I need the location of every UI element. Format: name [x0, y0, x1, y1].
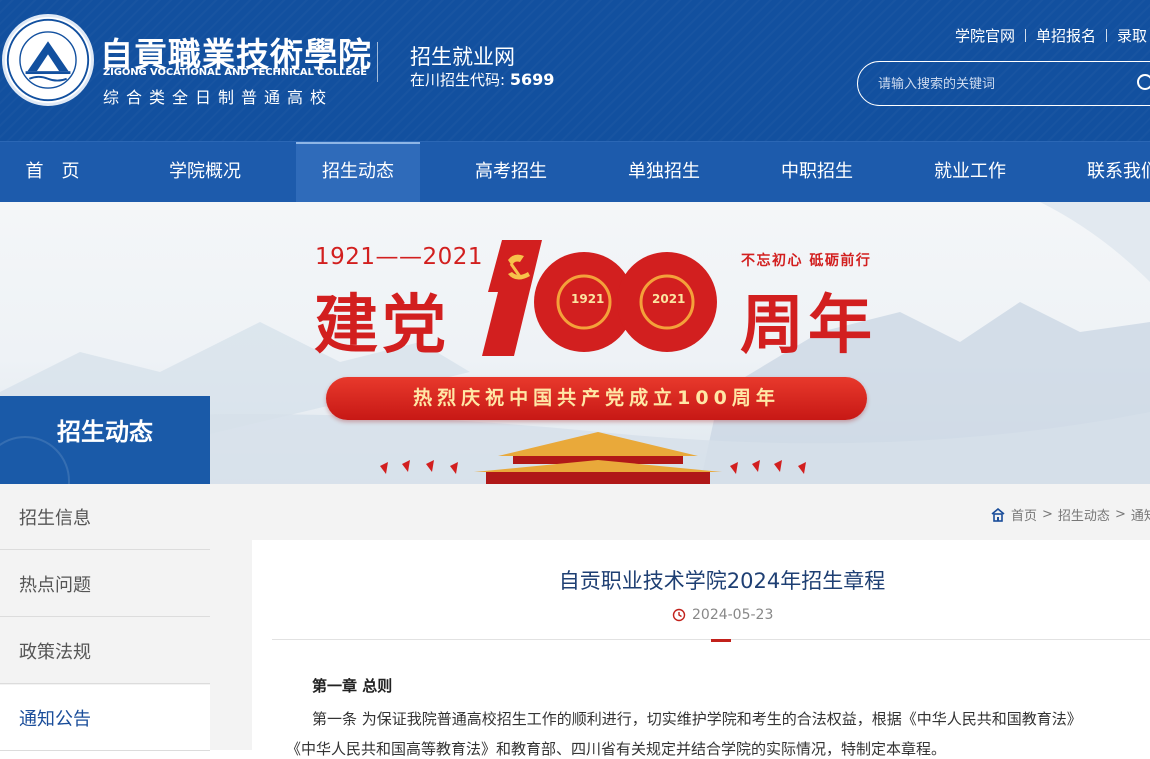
- sidebar-title-box: 招生动态: [0, 396, 210, 484]
- banner-year-b: 2021: [652, 292, 686, 306]
- nav-item-independent[interactable]: 单独招生: [602, 142, 726, 202]
- clock-icon: [672, 608, 686, 622]
- sidebar-title: 招生动态: [57, 418, 153, 446]
- article-date-value: 2024-05-23: [692, 607, 774, 623]
- college-name-en: ZIGONG VOCATIONAL AND TECHNICAL COLLEGE: [103, 67, 367, 78]
- breadcrumb: 首页 > 招生动态 > 通知: [991, 505, 1150, 524]
- banner-year-range: 1921——2021: [315, 244, 484, 270]
- college-logo-icon[interactable]: [2, 14, 94, 106]
- article-paragraph: 《中华人民共和国高等教育法》和教育部、四川省有关规定并结合学院的实际情况，特制定…: [286, 740, 947, 758]
- sidebar-item-label: 通知公告: [19, 709, 91, 730]
- tiananmen-gate-icon: [380, 432, 806, 484]
- nav-item-gaokao[interactable]: 高考招生: [449, 142, 573, 202]
- article-date: 2024-05-23: [672, 607, 773, 623]
- search-box: [857, 61, 1150, 106]
- sidebar-item-label: 招生信息: [19, 508, 91, 529]
- search-input[interactable]: [878, 74, 1118, 94]
- enrollment-code-label: 在川招生代码:: [410, 71, 510, 89]
- article: 自贡职业技术学院2024年招生章程 2024-05-23 第一章 总则 第一条 …: [252, 540, 1150, 758]
- header-divider: [377, 42, 378, 82]
- top-link-official-site[interactable]: 学院官网: [955, 25, 1015, 46]
- banner-slogan: 不忘初心 砥砺前行: [741, 253, 872, 269]
- article-paragraph: 第一条 为保证我院普通高校招生工作的顺利进行，切实维护学院和考生的合法权益，根据…: [312, 710, 1082, 728]
- article-chapter-heading: 第一章 总则: [312, 677, 393, 695]
- top-link-divider: [1106, 29, 1108, 42]
- sidebar-item-label: 政策法规: [19, 642, 91, 663]
- article-divider-accent: [711, 639, 731, 642]
- banner-ribbon: 热烈庆祝中国共产党成立100周年: [326, 377, 867, 420]
- breadcrumb-separator: >: [1042, 507, 1053, 522]
- sidebar-item-notices[interactable]: 通知公告: [0, 685, 210, 751]
- banner-ribbon-text: 热烈庆祝中国共产党成立100周年: [413, 387, 780, 409]
- top-link-registration[interactable]: 单招报名: [1036, 25, 1096, 46]
- enrollment-code-value: 5699: [509, 70, 555, 89]
- breadcrumb-home[interactable]: 首页: [1011, 505, 1037, 524]
- banner-title-left: 建党: [314, 289, 450, 363]
- main-nav: 首 页 学院概况 招生动态 高考招生 单独招生 中职招生 就业工作 联系我们: [0, 141, 1150, 202]
- sidebar-item-policies[interactable]: 政策法规: [0, 618, 210, 684]
- sidebar-item-label: 热点问题: [19, 575, 91, 596]
- enrollment-code: 在川招生代码: 5699: [410, 69, 554, 90]
- college-type: 综合类全日制普通高校: [103, 88, 334, 107]
- sidebar-item-admission-info[interactable]: 招生信息: [0, 484, 210, 550]
- search-icon[interactable]: [1136, 73, 1150, 95]
- breadcrumb-separator: >: [1114, 507, 1126, 522]
- top-link-admission[interactable]: 录取: [1117, 25, 1147, 46]
- nav-item-contact[interactable]: 联系我们: [1061, 142, 1150, 202]
- nav-item-about[interactable]: 学院概况: [143, 142, 267, 202]
- nav-item-admission-news[interactable]: 招生动态: [296, 142, 420, 202]
- nav-item-secondary-vocational[interactable]: 中职招生: [755, 142, 879, 202]
- breadcrumb-admission-news[interactable]: 招生动态: [1058, 505, 1110, 524]
- nav-item-employment[interactable]: 就业工作: [908, 142, 1032, 202]
- home-icon: [991, 507, 1005, 522]
- article-title: 自贡职业技术学院2024年招生章程: [558, 569, 886, 593]
- banner-year-a: 1921: [571, 292, 605, 306]
- nav-item-home[interactable]: 首 页: [0, 142, 105, 202]
- banner-title-right: 周年: [740, 289, 876, 363]
- site-header: 自貢職業技術學院 ZIGONG VOCATIONAL AND TECHNICAL…: [0, 0, 1150, 141]
- breadcrumb-current[interactable]: 通知: [1131, 505, 1150, 524]
- sidebar-item-hot-questions[interactable]: 热点问题: [0, 551, 210, 617]
- hundred-emblem-icon: [482, 240, 717, 356]
- site-name: 招生就业网: [410, 45, 515, 69]
- top-link-divider: [1025, 29, 1027, 42]
- top-links: 学院官网 单招报名 录取: [955, 25, 1147, 46]
